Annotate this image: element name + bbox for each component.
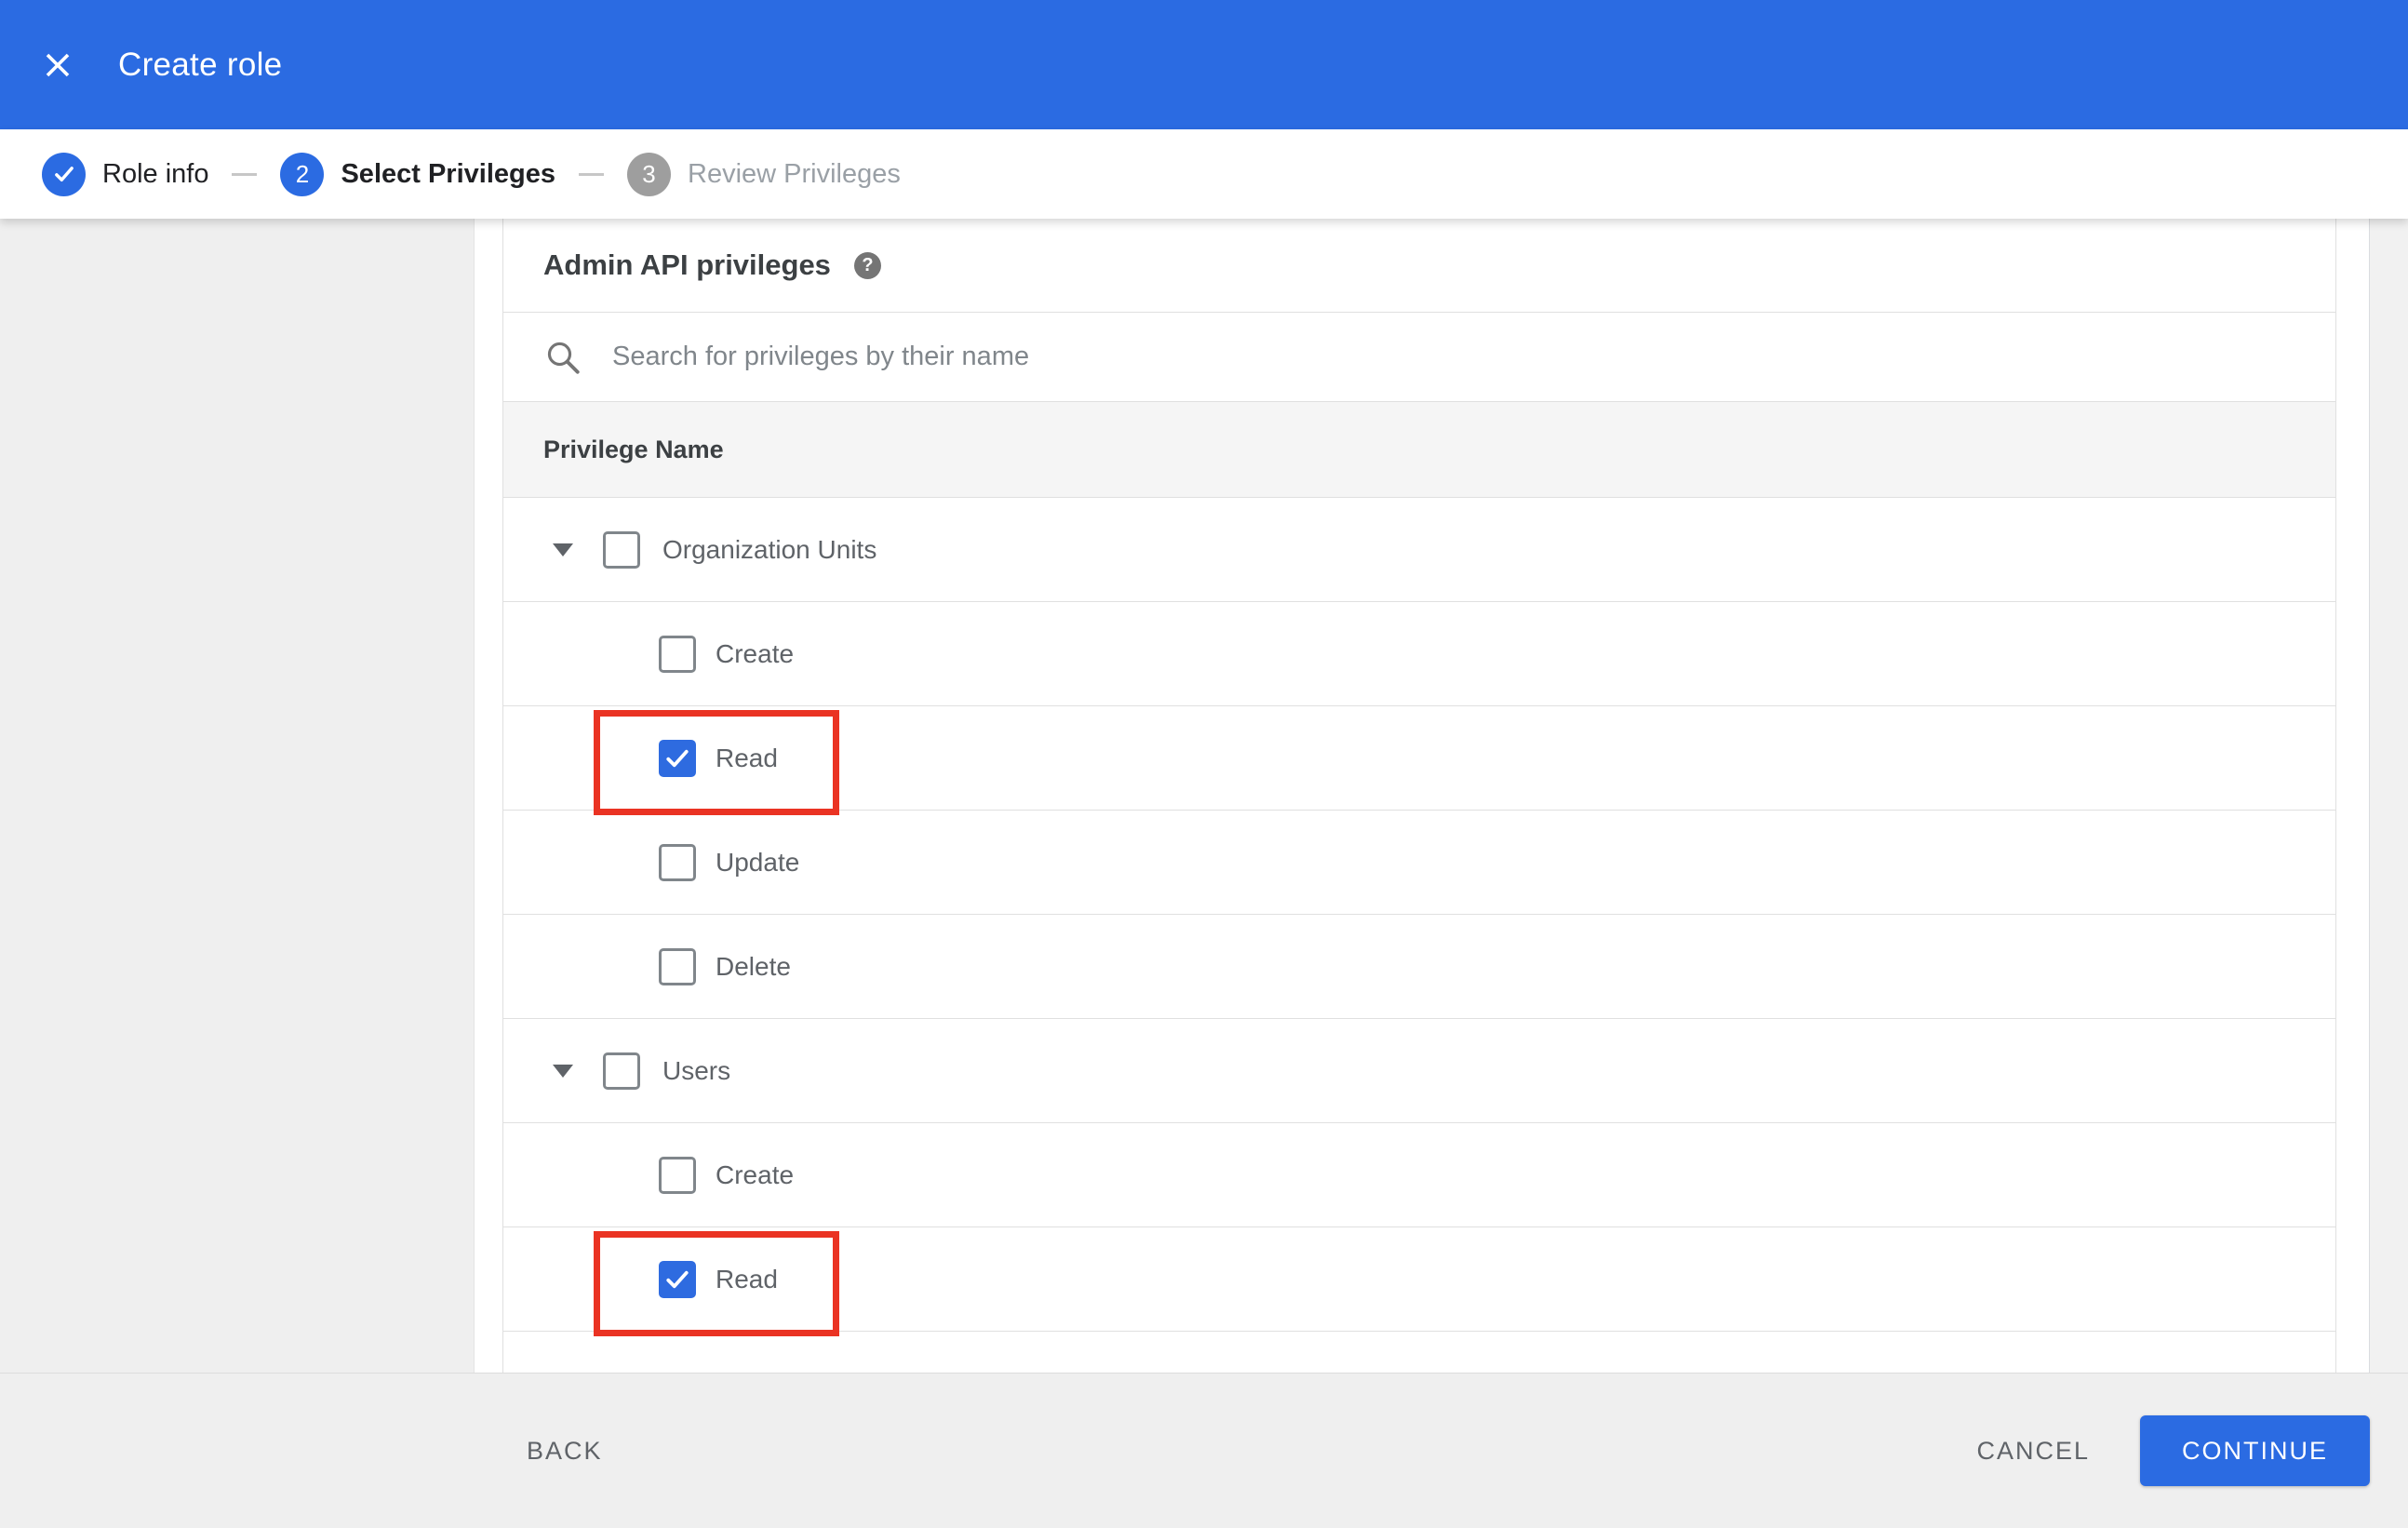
column-header-label: Privilege Name: [543, 435, 724, 463]
privilege-row-create: Create: [503, 1123, 2335, 1227]
continue-button[interactable]: CONTINUE: [2140, 1415, 2370, 1486]
privilege-checkbox[interactable]: [603, 530, 640, 569]
privilege-checkbox[interactable]: [659, 843, 696, 881]
step-label: Select Privileges: [341, 158, 555, 189]
dialog-header: Create role: [0, 0, 2408, 129]
scrollbar-track[interactable]: [2369, 219, 2408, 1373]
section-title: Admin API privileges: [543, 248, 831, 281]
privilege-label: Create: [716, 638, 795, 668]
privilege-search-bar: [503, 313, 2335, 402]
step-number-badge: 2: [280, 152, 325, 196]
privilege-row-update: Update: [503, 811, 2335, 915]
privilege-checkbox[interactable]: [659, 635, 696, 673]
step-label: Role info: [102, 158, 209, 189]
collapse-arrow-icon[interactable]: [553, 543, 573, 556]
close-icon[interactable]: [42, 49, 74, 81]
privilege-label: Users: [662, 1055, 731, 1085]
help-icon[interactable]: ?: [853, 251, 881, 279]
cancel-button[interactable]: CANCEL: [1963, 1427, 2103, 1475]
step-label: Review Privileges: [688, 158, 901, 189]
privilege-row-organization-units: Organization Units: [503, 498, 2335, 602]
privilege-checkbox[interactable]: [659, 739, 696, 777]
step-completed-check-icon: [42, 152, 86, 196]
dialog-footer: BACK CANCEL CONTINUE: [0, 1373, 2408, 1528]
privilege-checkbox[interactable]: [659, 1156, 696, 1194]
dialog-title: Create role: [118, 46, 283, 83]
collapse-arrow-icon[interactable]: [553, 1064, 573, 1078]
privilege-row-read: Read: [503, 1227, 2335, 1336]
privileges-panel: Admin API privileges ? Privilege Name Or…: [502, 219, 2336, 1373]
privilege-label: Organization Units: [662, 534, 877, 564]
section-header: Admin API privileges ?: [503, 219, 2335, 313]
step-number-badge: 3: [627, 152, 671, 196]
privilege-row-create: Create: [503, 602, 2335, 706]
privilege-label: Read: [716, 743, 778, 772]
search-icon: [547, 342, 580, 374]
privilege-checkbox[interactable]: [659, 947, 696, 985]
privilege-label: Read: [716, 1264, 778, 1293]
stepper: Role info 2 Select Privileges 3 Review P…: [0, 129, 2408, 219]
privilege-label: Update: [716, 847, 800, 877]
privilege-row-read: Read: [503, 706, 2335, 815]
privilege-label: Create: [716, 1159, 795, 1189]
privilege-rows: Organization Units Create Read Update De…: [503, 498, 2335, 1336]
back-button[interactable]: BACK: [514, 1427, 616, 1475]
privilege-label: Delete: [716, 951, 791, 981]
dialog-body: Admin API privileges ? Privilege Name Or…: [0, 219, 2408, 1373]
step-review-privileges: 3 Review Privileges: [627, 152, 901, 196]
table-header: Privilege Name: [503, 402, 2335, 498]
step-select-privileges[interactable]: 2 Select Privileges: [280, 152, 555, 196]
left-panel: [0, 219, 475, 1373]
step-connector: [232, 172, 258, 176]
privilege-checkbox[interactable]: [603, 1052, 640, 1090]
privilege-checkbox[interactable]: [659, 1260, 696, 1298]
step-connector: [579, 172, 604, 176]
privilege-row-delete: Delete: [503, 915, 2335, 1019]
privilege-row-users: Users: [503, 1019, 2335, 1123]
search-input[interactable]: [610, 341, 2006, 373]
step-role-info[interactable]: Role info: [42, 152, 209, 196]
